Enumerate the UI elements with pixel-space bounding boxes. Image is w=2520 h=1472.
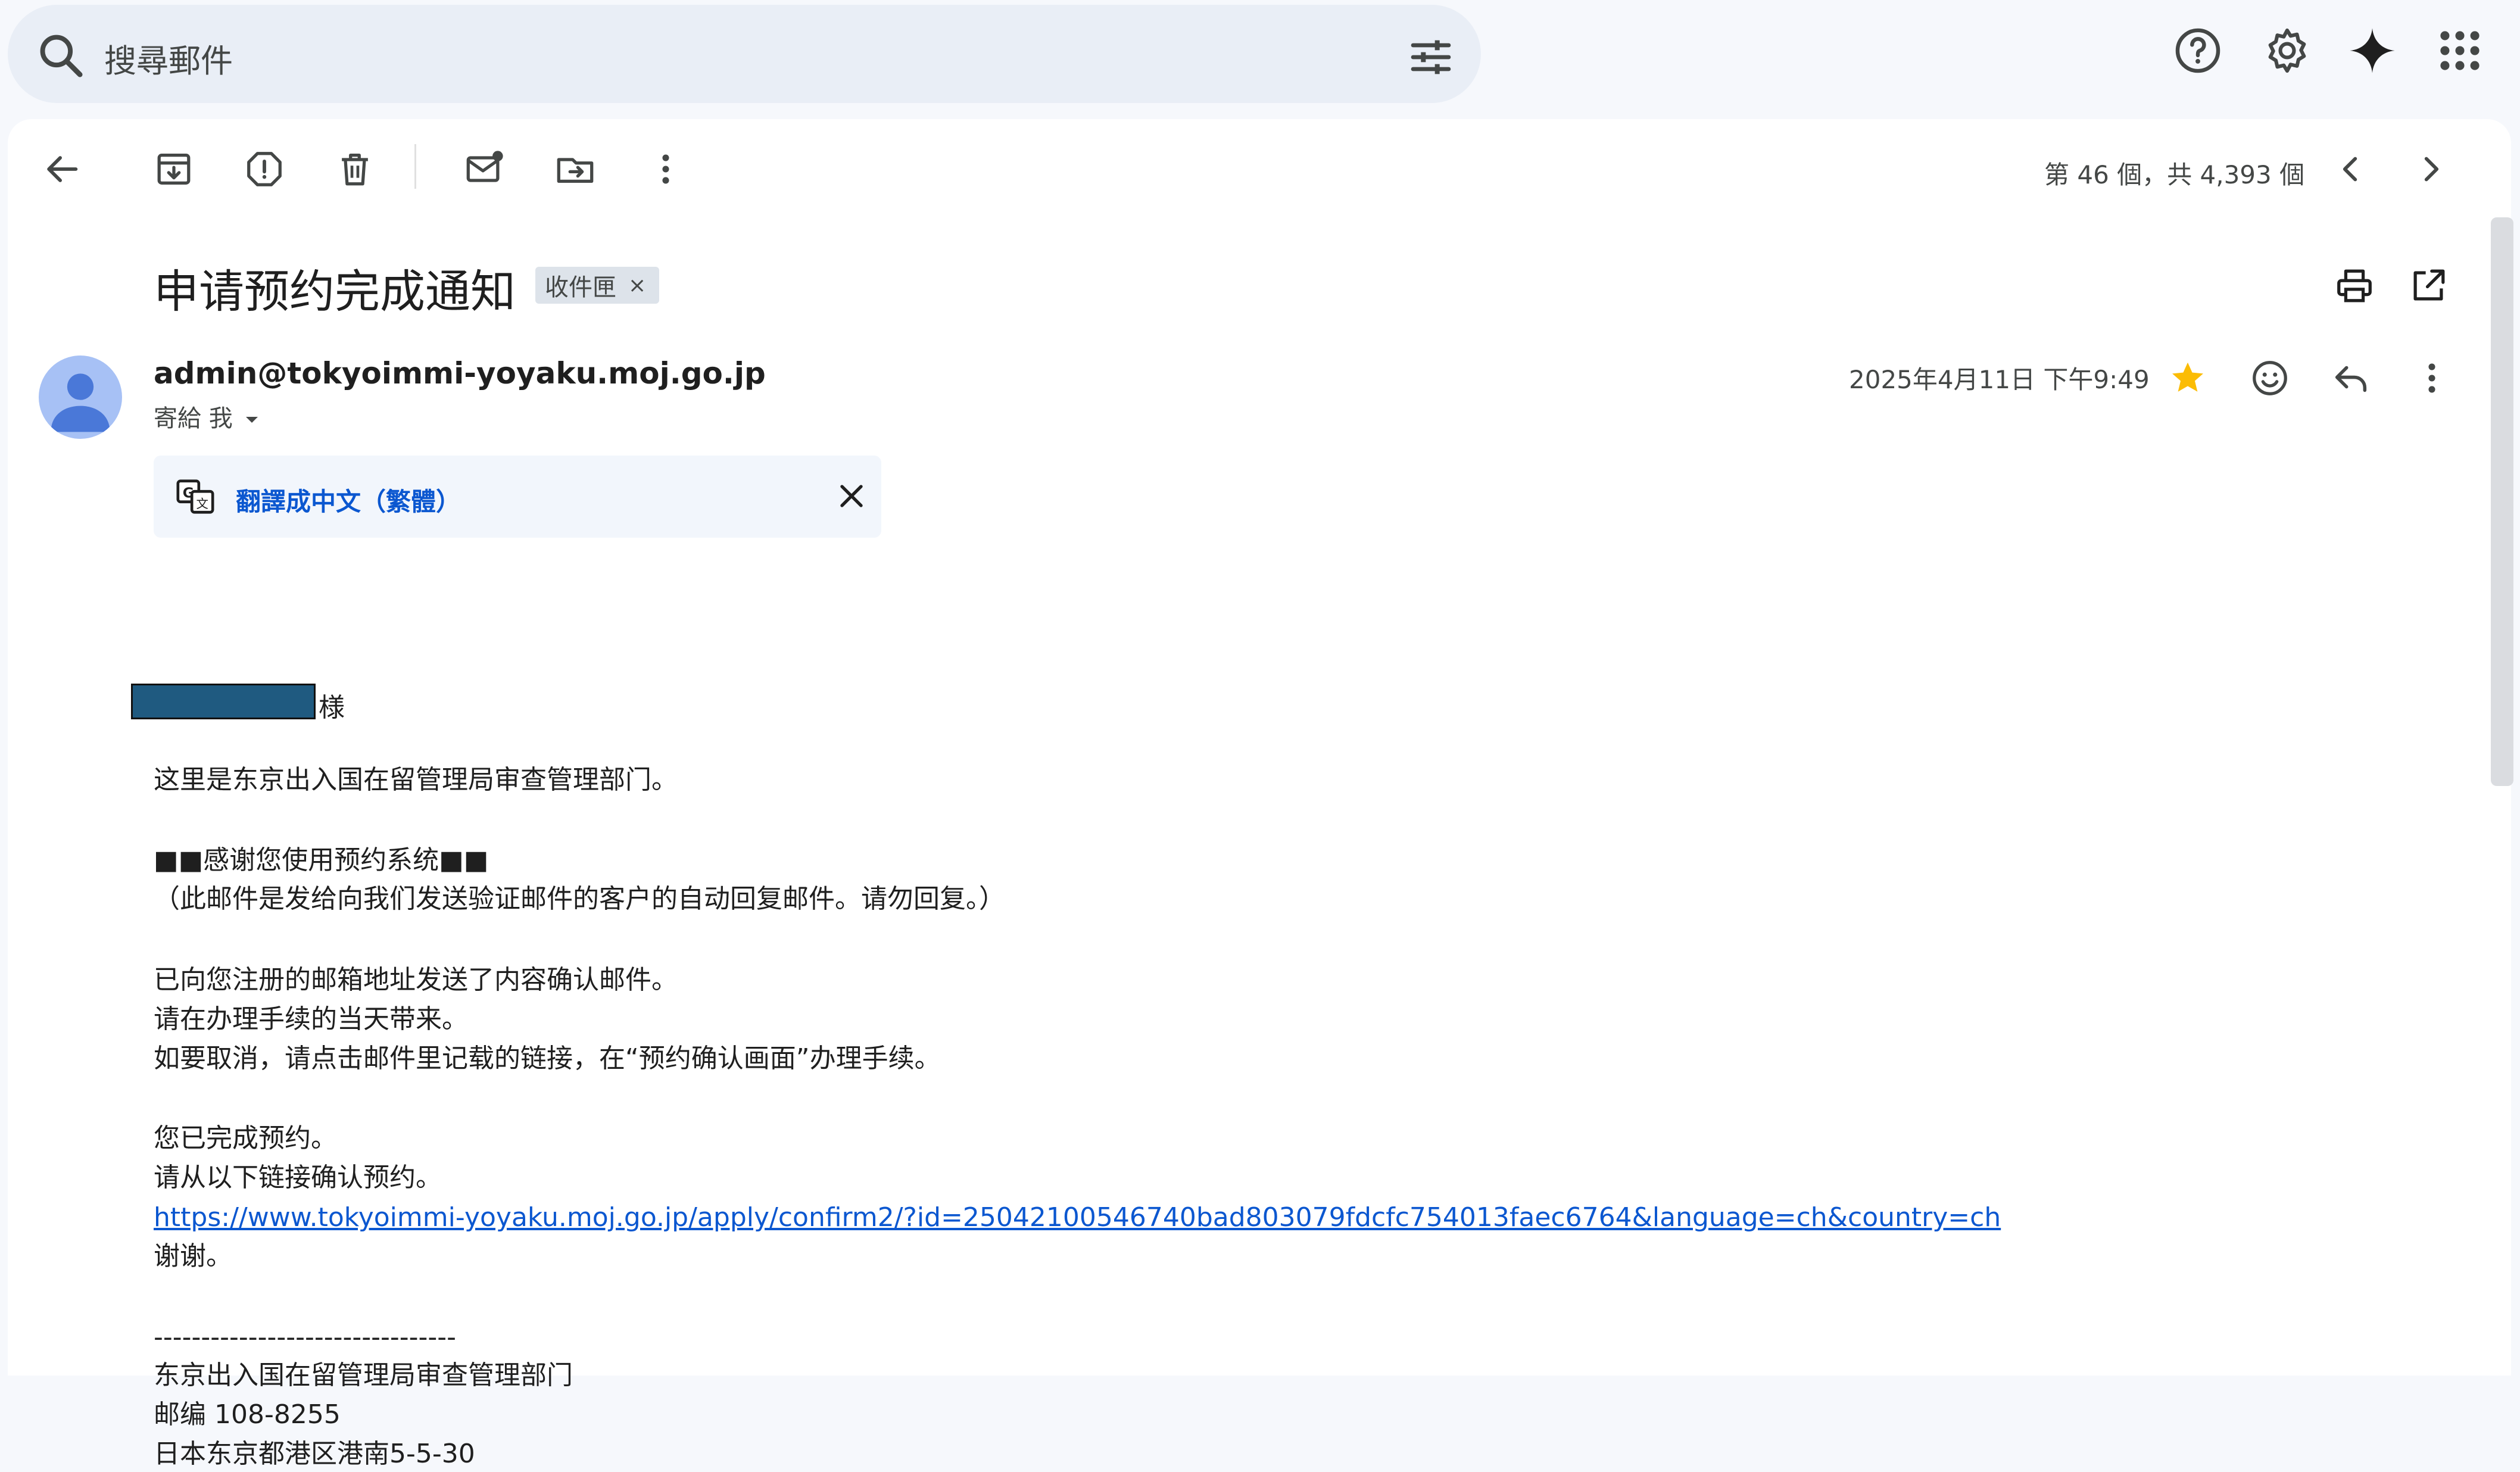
body-line: 您已完成预约。 <box>154 1123 337 1153</box>
move-to-folder-icon[interactable] <box>554 148 596 190</box>
chevron-left-icon[interactable] <box>2330 148 2372 190</box>
recipient-summary[interactable]: 寄給 我 <box>154 399 264 434</box>
body-line: （此邮件是发给向我们发送验证邮件的客户的自动回复邮件。请勿回复。） <box>154 884 1005 914</box>
more-vert-icon[interactable] <box>645 148 687 190</box>
body-line: 如要取消，请点击邮件里记载的链接，在“预约确认画面”办理手续。 <box>154 1043 941 1074</box>
settings-gear-icon[interactable] <box>2262 25 2313 76</box>
top-bar: 搜尋郵件 <box>0 0 2520 113</box>
open-in-new-window-icon[interactable] <box>2407 265 2449 307</box>
delete-trash-icon[interactable] <box>334 148 376 190</box>
gemini-sparkle-icon[interactable] <box>2347 25 2398 76</box>
help-icon[interactable] <box>2172 25 2223 76</box>
message-more-vert-icon[interactable] <box>2411 357 2453 399</box>
inbox-label-chip[interactable]: 收件匣 × <box>535 267 660 304</box>
signature-line: 邮编 108-8255 <box>154 1399 341 1430</box>
honorific: 様 <box>319 693 345 723</box>
svg-text:G: G <box>183 484 194 501</box>
label-text: 收件匣 <box>545 274 616 301</box>
page-count: 第 46 個，共 4,393 個 <box>2044 160 2305 189</box>
remove-label-button[interactable]: × <box>628 273 646 298</box>
email-date: 2025年4月11日 下午9:49 <box>1849 365 2150 394</box>
emoji-reaction-icon[interactable] <box>2249 357 2291 399</box>
signature-line: 东京出入国在留管理局审查管理部门 <box>154 1360 573 1390</box>
svg-text:文: 文 <box>196 497 208 511</box>
translate-link[interactable]: 翻譯成中文（繁體） <box>236 482 461 518</box>
body-line: 谢谢。 <box>154 1241 232 1271</box>
caret-down-icon[interactable] <box>240 408 264 432</box>
star-icon[interactable] <box>2167 357 2209 399</box>
sender-address[interactable]: admin@tokyoimmi-yoyaku.moj.go.jp <box>154 356 766 391</box>
body-line: 这里是东京出入国在留管理局审查管理部门。 <box>154 765 678 795</box>
archive-icon[interactable] <box>153 148 195 190</box>
signature-divider: -------------------------------- <box>154 1322 457 1352</box>
body-line: 请在办理手续的当天带来。 <box>154 1004 468 1034</box>
search-input[interactable]: 搜尋郵件 <box>104 35 233 82</box>
body-line: 已向您注册的邮箱地址发送了内容确认邮件。 <box>154 965 678 995</box>
recipient-text: 寄給 我 <box>154 405 233 432</box>
search-options-icon[interactable] <box>1407 33 1455 81</box>
mark-unread-icon[interactable] <box>464 148 506 190</box>
toolbar-divider <box>414 144 416 189</box>
person-icon <box>51 373 110 432</box>
reply-icon[interactable] <box>2330 357 2372 399</box>
chevron-right-icon[interactable] <box>2410 148 2452 190</box>
search-box[interactable]: 搜尋郵件 <box>8 5 1481 103</box>
signature-line: 日本东京都港区港南5-5-30 <box>154 1439 475 1469</box>
report-spam-icon[interactable] <box>244 148 285 190</box>
sender-avatar[interactable] <box>39 355 122 439</box>
scrollbar-thumb[interactable] <box>2491 217 2513 786</box>
confirm-link[interactable]: https://www.tokyoimmi-yoyaku.moj.go.jp/a… <box>154 1200 2001 1236</box>
translate-icon: G 文 <box>176 479 214 514</box>
email-view: 第 46 個，共 4,393 個 申请预约完成通知 收件匣 × admin@to… <box>8 119 2513 1469</box>
search-icon[interactable] <box>35 30 86 81</box>
print-icon[interactable] <box>2334 265 2375 307</box>
apps-grid-icon[interactable] <box>2434 25 2485 76</box>
body-line: ■■感谢您使用预约系统■■ <box>154 845 489 875</box>
translate-banner: G 文 翻譯成中文（繁體） <box>154 456 881 538</box>
body-line: 请从以下链接确认预约。 <box>154 1162 442 1193</box>
redacted-name <box>131 684 316 719</box>
email-subject: 申请预约完成通知 <box>154 265 516 318</box>
close-icon[interactable] <box>832 477 871 515</box>
back-arrow-icon[interactable] <box>41 148 83 190</box>
